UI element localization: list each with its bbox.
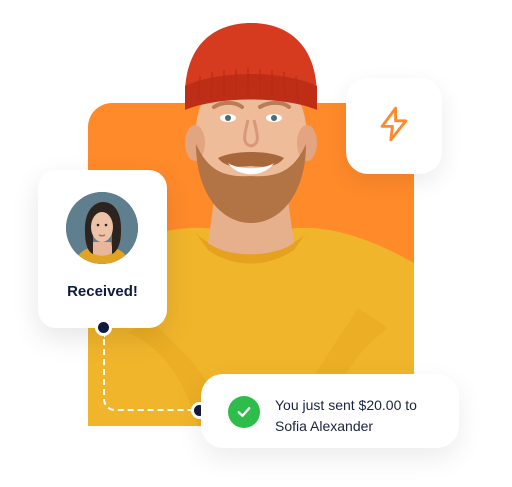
received-card: Received! — [38, 170, 167, 328]
notification-line-1: You just sent $20.00 to — [275, 397, 417, 413]
payment-notification: You just sent $20.00 to Sofia Alexander — [201, 374, 459, 448]
received-label: Received! — [67, 283, 138, 300]
lightning-card — [346, 78, 442, 174]
dashed-connector-line — [103, 335, 201, 411]
avatar — [66, 192, 138, 264]
lightning-icon — [375, 105, 413, 148]
check-icon — [228, 396, 260, 428]
payment-illustration: Received! You just sent $20.00 to Sofia … — [0, 0, 512, 487]
notification-line-2: Sofia Alexander — [275, 418, 374, 434]
connector-dot-start — [95, 319, 112, 336]
notification-message: You just sent $20.00 to Sofia Alexander — [275, 395, 450, 437]
